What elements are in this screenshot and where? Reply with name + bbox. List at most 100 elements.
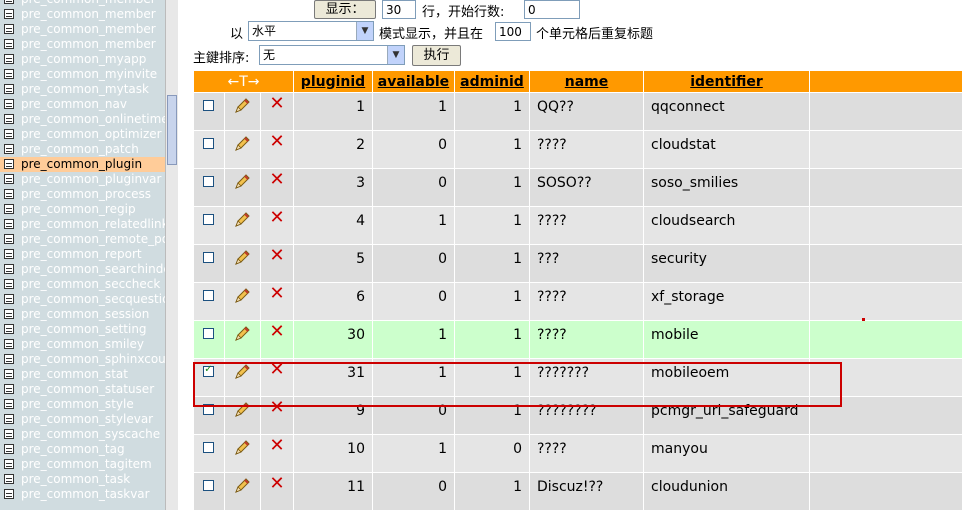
sidebar-table-item[interactable]: pre_common_optimizer [0,127,165,142]
delete-cell[interactable]: ✕ [260,283,293,320]
sidebar-table-label[interactable]: pre_common_taskvar [21,487,150,501]
pencil-icon[interactable] [233,477,251,495]
sidebar-table-item[interactable]: pre_common_regip [0,202,165,217]
edit-cell[interactable] [224,131,260,168]
header-identifier[interactable]: identifier [644,71,809,92]
table-icon[interactable] [4,459,14,469]
sidebar-table-item[interactable]: pre_common_setting [0,322,165,337]
sidebar-table-label[interactable]: pre_common_process [21,187,151,201]
sort-link-adminid[interactable]: adminid [460,74,524,90]
sort-select[interactable]: 无 ▼ [259,45,405,65]
delete-cell[interactable]: ✕ [260,435,293,472]
sidebar-table-item[interactable]: pre_common_member [0,0,165,7]
sidebar-table-item[interactable]: pre_common_tag [0,442,165,457]
sidebar-table-label[interactable]: pre_common_report [21,247,142,261]
sidebar-table-label[interactable]: pre_common_mytask [21,82,149,96]
repeat-header-input[interactable]: 100 [495,22,531,41]
sidebar-table-item[interactable]: pre_common_patch [0,142,165,157]
table-icon[interactable] [4,369,14,379]
row-select-cell[interactable] [194,169,224,206]
table-icon[interactable] [4,474,14,484]
checkbox-icon[interactable] [203,252,215,263]
table-row[interactable]: ✕ 2 0 1???? cloudstat [194,131,962,168]
sidebar-table-label[interactable]: pre_common_setting [21,322,147,336]
sidebar-table-label[interactable]: pre_common_secquestion [21,292,165,306]
sidebar-table-label[interactable]: pre_common_smiley [21,337,144,351]
sidebar-table-item[interactable]: pre_common_member [0,7,165,22]
delete-cell[interactable]: ✕ [260,321,293,358]
sidebar-table-item[interactable]: pre_common_remote_port [0,232,165,247]
delete-x-icon[interactable]: ✕ [269,93,284,114]
sidebar-table-label[interactable]: pre_common_remote_port [21,232,165,246]
row-select-cell[interactable] [194,435,224,472]
sidebar-table-item[interactable]: pre_common_stylevar [0,412,165,427]
table-icon[interactable] [4,264,14,274]
sidebar-table-label[interactable]: pre_common_patch [21,142,139,156]
pencil-icon[interactable] [233,211,251,229]
delete-cell[interactable]: ✕ [260,473,293,510]
sort-link-pluginid[interactable]: pluginid [301,74,365,90]
delete-x-icon[interactable]: ✕ [269,397,284,418]
table-icon[interactable] [4,24,14,34]
table-icon[interactable] [4,99,14,109]
sidebar-table-item[interactable]: pre_common_seccheck [0,277,165,292]
sidebar-table-item[interactable]: pre_common_nav [0,97,165,112]
table-row[interactable]: ✕ 6 0 1???? xf_storage [194,283,962,320]
sidebar-table-label[interactable]: pre_common_style [21,397,134,411]
sidebar-table-item[interactable]: pre_common_plugin [0,157,165,172]
delete-x-icon[interactable]: ✕ [269,207,284,228]
show-button[interactable]: 显示： [314,0,376,19]
table-icon[interactable] [4,9,14,19]
table-icon[interactable] [4,114,14,124]
rows-input[interactable]: 30 [382,0,416,19]
sort-link-available[interactable]: available [378,74,449,90]
table-icon[interactable] [4,159,14,169]
sidebar-table-item[interactable]: pre_common_mytask [0,82,165,97]
pencil-icon[interactable] [233,287,251,305]
sidebar-table-label[interactable]: pre_common_member [21,7,156,21]
checkbox-icon[interactable] [203,214,215,225]
table-icon[interactable] [4,69,14,79]
table-icon[interactable] [4,129,14,139]
delete-x-icon[interactable]: ✕ [269,131,284,152]
edit-cell[interactable] [224,397,260,434]
checkbox-icon[interactable] [203,480,215,491]
sidebar-table-label[interactable]: pre_common_statuser [21,382,154,396]
edit-cell[interactable] [224,283,260,320]
table-row[interactable]: ✕ 9 0 1???????? pcmgr_url_safeguard [194,397,962,434]
sidebar-table-item[interactable]: pre_common_sphinxcounter [0,352,165,367]
checkbox-icon[interactable] [203,442,215,453]
sidebar-table-label[interactable]: pre_common_stylevar [21,412,153,426]
sidebar-table-item[interactable]: pre_common_searchindex [0,262,165,277]
sidebar-table-label[interactable]: pre_common_sphinxcounter [21,352,165,366]
table-icon[interactable] [4,384,14,394]
sidebar-table-item[interactable]: pre_common_relatedlink [0,217,165,232]
sidebar-table-item[interactable]: pre_common_myapp [0,52,165,67]
row-select-cell[interactable] [194,245,224,282]
delete-cell[interactable]: ✕ [260,93,293,130]
delete-x-icon[interactable]: ✕ [269,283,284,304]
table-icon[interactable] [4,429,14,439]
table-icon[interactable] [4,294,14,304]
table-row[interactable]: ✕ 4 1 1???? cloudsearch [194,207,962,244]
table-icon[interactable] [4,204,14,214]
sidebar-table-item[interactable]: pre_common_task [0,472,165,487]
sidebar-table-label[interactable]: pre_common_member [21,37,156,51]
sidebar-table-label[interactable]: pre_common_seccheck [21,277,160,291]
pencil-icon[interactable] [233,363,251,381]
edit-cell[interactable] [224,473,260,510]
row-select-cell[interactable] [194,359,224,396]
table-icon[interactable] [4,84,14,94]
sidebar-table-item[interactable]: pre_common_tagitem [0,457,165,472]
edit-cell[interactable] [224,207,260,244]
sidebar-table-label[interactable]: pre_common_optimizer [21,127,162,141]
table-icon[interactable] [4,489,14,499]
table-row[interactable]: ✕3111???????mobileoem [194,359,962,396]
row-select-cell[interactable] [194,321,224,358]
sidebar-table-item[interactable]: pre_common_smiley [0,337,165,352]
pencil-icon[interactable] [233,249,251,267]
table-icon[interactable] [4,339,14,349]
checkbox-icon[interactable] [203,100,215,111]
table-row[interactable]: ✕ 1 1 1 QQ?? qqconnect [194,93,962,130]
table-icon[interactable] [4,219,14,229]
